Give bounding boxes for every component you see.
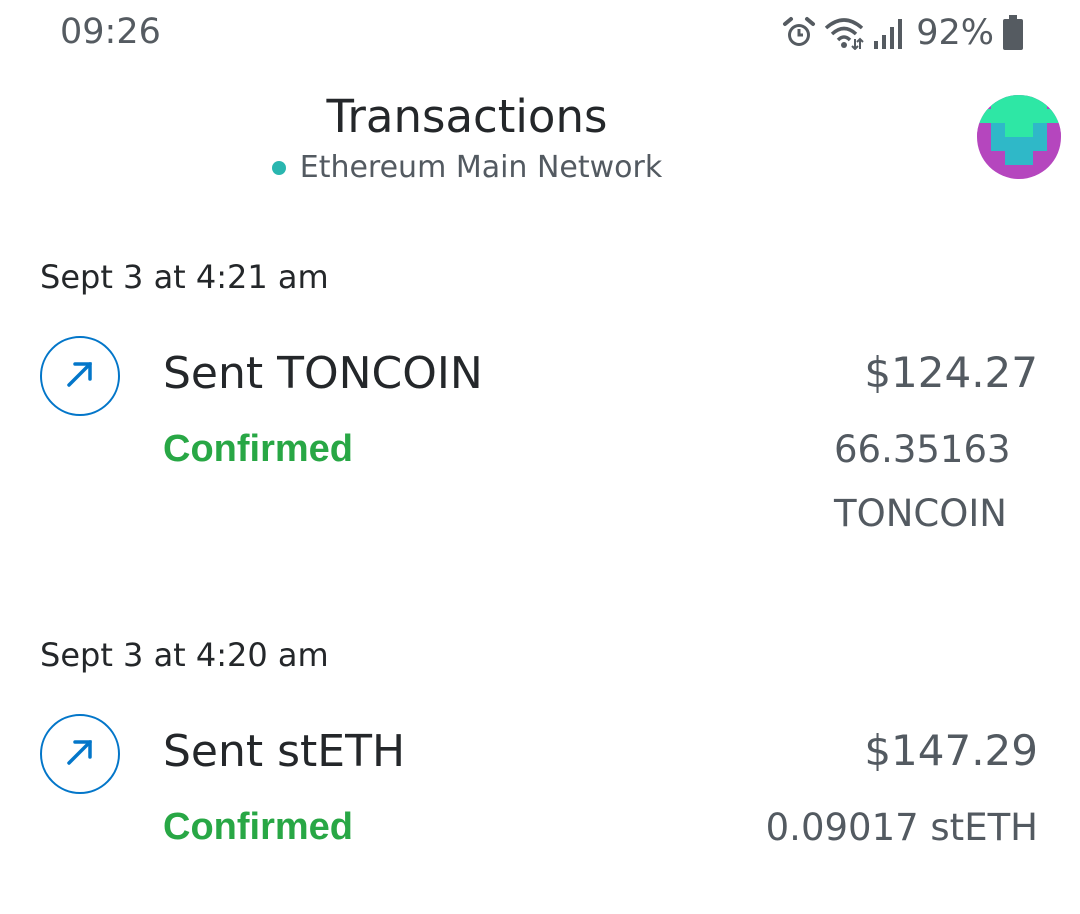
status-icons: 92% [782,12,1024,54]
status-time: 09:26 [60,12,161,52]
arrow-up-right-icon [63,357,97,396]
transaction-status: Confirmed [163,806,353,848]
signal-icon [872,17,904,49]
transaction-token-amount: 66.35163 TONCOIN [834,428,1011,535]
transaction-fiat-value: $147.29 [864,726,1038,775]
transaction-item[interactable]: Sent TONCOIN Confirmed $124.27 66.35163 … [0,336,1080,546]
transaction-item[interactable]: Sent stETH Confirmed $147.29 0.09017 stE… [0,714,1080,864]
transaction-title: Sent stETH [163,726,406,777]
transaction-token-amount: 0.09017 stETH [765,806,1038,849]
transaction-date-group: Sept 3 at 4:20 am [0,636,1080,696]
network-name: Ethereum Main Network [299,150,663,185]
page-title: Transactions [326,90,608,143]
battery-icon [1002,15,1024,51]
transaction-title: Sent TONCOIN [163,348,483,399]
transaction-date: Sept 3 at 4:21 am [40,258,329,296]
wifi-icon [824,16,864,50]
transaction-direction [40,336,120,416]
account-avatar[interactable] [977,95,1061,179]
transaction-direction [40,714,120,794]
arrow-up-right-icon [63,735,97,774]
transaction-fiat-value: $124.27 [864,348,1038,397]
status-bar: 09:26 92% [0,0,1080,66]
battery-percent: 92% [916,13,994,53]
transaction-date: Sept 3 at 4:20 am [40,636,329,674]
alarm-icon [782,16,816,50]
network-selector[interactable]: Ethereum Main Network [0,150,934,185]
network-status-dot [271,160,286,175]
transaction-status: Confirmed [163,428,353,470]
